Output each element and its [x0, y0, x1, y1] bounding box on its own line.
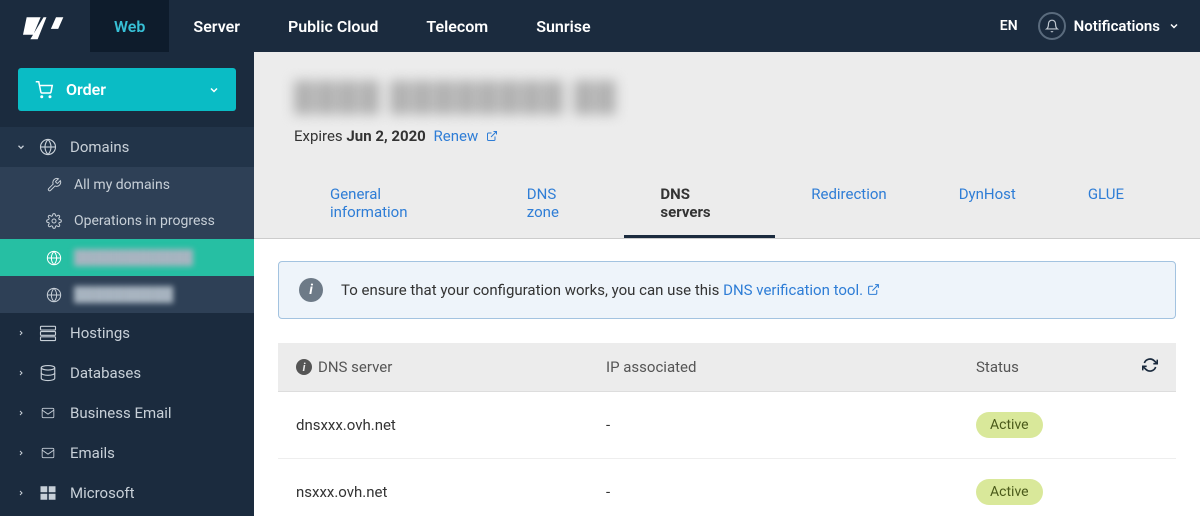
main-layout: Order Domains All my domains Operations …: [0, 52, 1200, 516]
sidebar-item-all-domains[interactable]: All my domains: [0, 167, 254, 203]
content-header: ████ ████████ ██ Expires Jun 2, 2020 Ren…: [254, 52, 1200, 145]
col-header-ip: IP associated: [606, 358, 976, 376]
sidebar-section-microsoft[interactable]: Microsoft: [0, 473, 254, 513]
expires-line: Expires Jun 2, 2020 Renew: [294, 127, 1160, 145]
tab-glue[interactable]: GLUE: [1052, 171, 1160, 238]
mail-icon: [38, 406, 58, 420]
info-banner: i To ensure that your configuration work…: [278, 261, 1176, 319]
info-icon: i: [299, 278, 323, 302]
windows-icon: [38, 484, 58, 502]
dns-verification-link[interactable]: DNS verification tool.: [723, 281, 880, 299]
language-selector[interactable]: EN: [1000, 18, 1018, 34]
sidebar-label: Hostings: [70, 324, 130, 342]
content-body: i To ensure that your configuration work…: [254, 239, 1200, 516]
renew-link[interactable]: Renew: [434, 127, 498, 145]
globe-icon: [46, 287, 62, 303]
table-header: i DNS server IP associated Status: [278, 343, 1176, 392]
status-badge: Active: [976, 479, 1043, 505]
top-navbar: Web Server Public Cloud Telecom Sunrise …: [0, 0, 1200, 52]
chevron-right-icon: [16, 328, 26, 338]
refresh-button[interactable]: [1142, 357, 1158, 377]
table-row: dnsxxx.ovh.net - Active: [278, 392, 1176, 459]
chevron-right-icon: [16, 448, 26, 458]
cell-status: Active: [976, 412, 1076, 438]
tab-bar: General information DNS zone DNS servers…: [254, 171, 1200, 239]
order-button[interactable]: Order: [18, 68, 236, 111]
chevron-down-icon: [208, 84, 220, 96]
sidebar-label: Emails: [70, 444, 115, 462]
table-row: nsxxx.ovh.net - Active: [278, 459, 1176, 516]
order-label: Order: [66, 80, 106, 99]
brand-logo[interactable]: [0, 0, 90, 52]
nav-web[interactable]: Web: [90, 0, 169, 52]
info-banner-text: To ensure that your configuration works,…: [341, 281, 880, 299]
sidebar-sub-label: ██████████: [74, 286, 173, 303]
sidebar-section-hostings[interactable]: Hostings: [0, 313, 254, 353]
col-header-status: Status: [976, 358, 1076, 376]
nav-sunrise[interactable]: Sunrise: [512, 0, 614, 52]
chevron-down-icon: [1168, 20, 1180, 32]
notifications-label: Notifications: [1074, 17, 1160, 35]
info-icon: i: [296, 359, 312, 375]
nav-public-cloud[interactable]: Public Cloud: [264, 0, 402, 52]
refresh-icon: [1142, 357, 1158, 373]
chevron-down-icon: [16, 142, 26, 152]
globe-icon: [46, 250, 62, 266]
sidebar-section-emails[interactable]: Emails: [0, 433, 254, 473]
bell-icon: [1038, 12, 1066, 40]
tab-redirection[interactable]: Redirection: [775, 171, 922, 238]
page-title: ████ ████████ ██: [294, 80, 1160, 113]
sidebar-item-domain-2[interactable]: ██████████: [0, 276, 254, 313]
sidebar-section-domains[interactable]: Domains: [0, 127, 254, 167]
sidebar-sub-label: All my domains: [74, 177, 170, 193]
cell-status: Active: [976, 479, 1076, 505]
sidebar-section-databases[interactable]: Databases: [0, 353, 254, 393]
expires-date: Jun 2, 2020: [346, 127, 425, 145]
tab-general-information[interactable]: General information: [294, 171, 491, 238]
chevron-right-icon: [16, 488, 26, 498]
cell-ip: -: [606, 416, 976, 434]
sidebar-sub-label: ████████████: [74, 249, 193, 266]
mail-icon: [38, 446, 58, 460]
cart-icon: [34, 81, 54, 99]
content-area: ████ ████████ ██ Expires Jun 2, 2020 Ren…: [254, 52, 1200, 516]
gear-icon: [46, 213, 62, 229]
sidebar-label: Databases: [70, 364, 141, 382]
database-icon: [38, 364, 58, 382]
status-badge: Active: [976, 412, 1043, 438]
sidebar-label: Microsoft: [70, 484, 135, 502]
tools-icon: [46, 177, 62, 193]
sidebar-item-operations[interactable]: Operations in progress: [0, 203, 254, 239]
sidebar: Order Domains All my domains Operations …: [0, 52, 254, 516]
tab-dynhost[interactable]: DynHost: [923, 171, 1052, 238]
col-header-dns: i DNS server: [296, 358, 606, 376]
chevron-right-icon: [16, 408, 26, 418]
sidebar-sub-label: Operations in progress: [74, 213, 215, 229]
expires-prefix: Expires: [294, 127, 343, 145]
sidebar-label: Business Email: [70, 404, 172, 422]
tab-dns-servers[interactable]: DNS servers: [624, 171, 775, 238]
cell-dns-server: nsxxx.ovh.net: [296, 483, 606, 501]
renew-label: Renew: [434, 127, 479, 145]
globe-icon: [38, 138, 58, 156]
sidebar-section-business-email[interactable]: Business Email: [0, 393, 254, 433]
servers-icon: [38, 324, 58, 342]
notifications-menu[interactable]: Notifications: [1038, 12, 1180, 40]
external-link-icon: [867, 283, 880, 296]
cell-dns-server: dnsxxx.ovh.net: [296, 416, 606, 434]
nav-telecom[interactable]: Telecom: [402, 0, 512, 52]
cell-ip: -: [606, 483, 976, 501]
sidebar-label: Domains: [70, 138, 129, 156]
tab-dns-zone[interactable]: DNS zone: [491, 171, 625, 238]
nav-server[interactable]: Server: [169, 0, 264, 52]
chevron-right-icon: [16, 368, 26, 378]
external-link-icon: [486, 130, 498, 142]
sidebar-item-domain-1[interactable]: ████████████: [0, 239, 254, 276]
ovh-logo-icon: [23, 11, 67, 41]
